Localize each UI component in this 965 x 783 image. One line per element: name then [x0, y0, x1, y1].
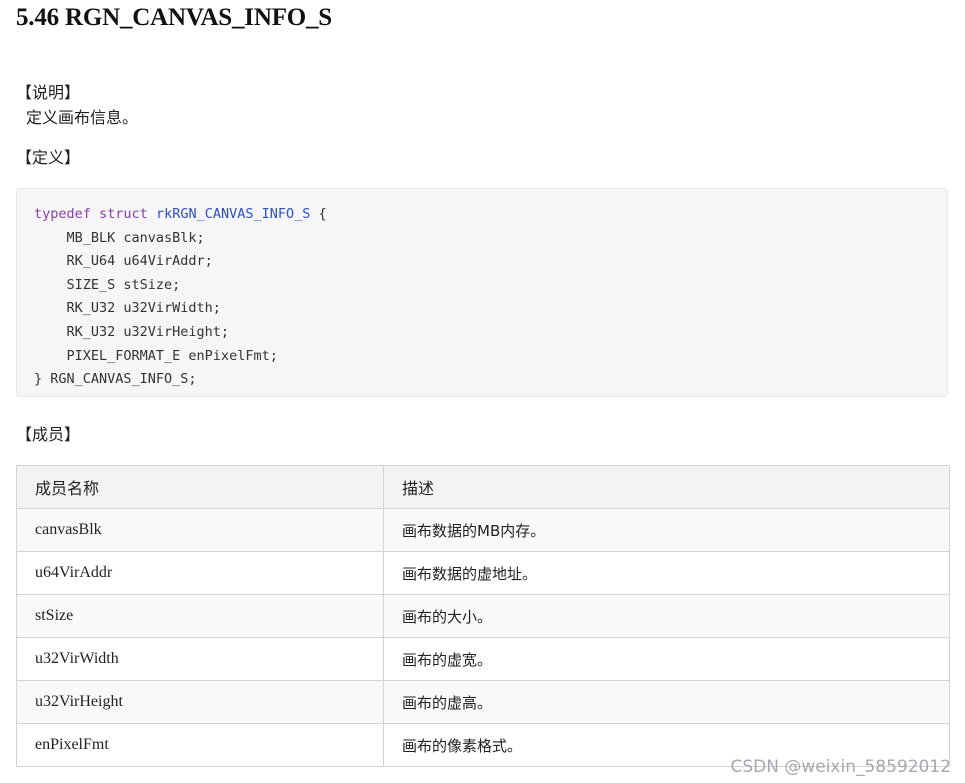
table-row: u32VirHeight 画布的虚高。 [16, 680, 950, 724]
code-listing: typedef struct rkRGN_CANVAS_INFO_S { MB_… [34, 203, 327, 392]
code-field-line: PIXEL_FORMAT_E enPixelFmt; [34, 347, 278, 364]
code-keyword-struct: struct [99, 206, 148, 222]
member-name-cell: u32VirHeight [16, 680, 384, 724]
table-row: stSize 画布的大小。 [16, 594, 950, 638]
member-desc-cell: 画布数据的MB内存。 [383, 508, 950, 552]
definition-label: 【定义】 [16, 148, 81, 167]
members-label: 【成员】 [16, 425, 81, 444]
code-field-line: RK_U32 u32VirWidth; [34, 300, 221, 317]
member-name-cell: canvasBlk [16, 508, 384, 552]
member-name-cell: u32VirWidth [16, 637, 384, 681]
section-title: 5.46 RGN_CANVAS_INFO_S [16, 4, 333, 31]
code-field-line: RK_U64 u64VirAddr; [34, 253, 213, 270]
member-name-cell: stSize [16, 594, 384, 638]
header-member-name: 成员名称 [16, 465, 384, 509]
table-row: u32VirWidth 画布的虚宽。 [16, 637, 950, 681]
code-field-line: MB_BLK canvasBlk; [34, 229, 205, 246]
member-desc-cell: 画布的虚宽。 [383, 637, 950, 681]
table-row: canvasBlk 画布数据的MB内存。 [16, 508, 950, 552]
table-header-row: 成员名称 描述 [16, 465, 950, 509]
member-name-cell: enPixelFmt [16, 723, 384, 767]
code-block: typedef struct rkRGN_CANVAS_INFO_S { MB_… [16, 188, 948, 397]
code-struct-name: rkRGN_CANVAS_INFO_S [155, 206, 311, 222]
member-desc-cell: 画布的虚高。 [383, 680, 950, 724]
description-text: 定义画布信息。 [26, 108, 139, 127]
member-desc-cell: 画布的大小。 [383, 594, 950, 638]
description-label: 【说明】 [16, 83, 81, 102]
table-row: u64VirAddr 画布数据的虚地址。 [16, 551, 950, 595]
member-name-cell: u64VirAddr [16, 551, 384, 595]
member-desc-cell: 画布数据的虚地址。 [383, 551, 950, 595]
code-keyword-typedef: typedef [34, 206, 91, 222]
code-field-line: SIZE_S stSize; [34, 276, 181, 293]
code-field-line: RK_U32 u32VirHeight; [34, 323, 230, 340]
members-table: 成员名称 描述 canvasBlk 画布数据的MB内存。 u64VirAddr … [16, 465, 950, 767]
code-closing-line: } RGN_CANVAS_INFO_S; [34, 371, 197, 388]
csdn-watermark: CSDN @weixin_58592012 [730, 757, 951, 777]
header-description: 描述 [383, 465, 950, 509]
code-open-brace: { [310, 206, 327, 222]
